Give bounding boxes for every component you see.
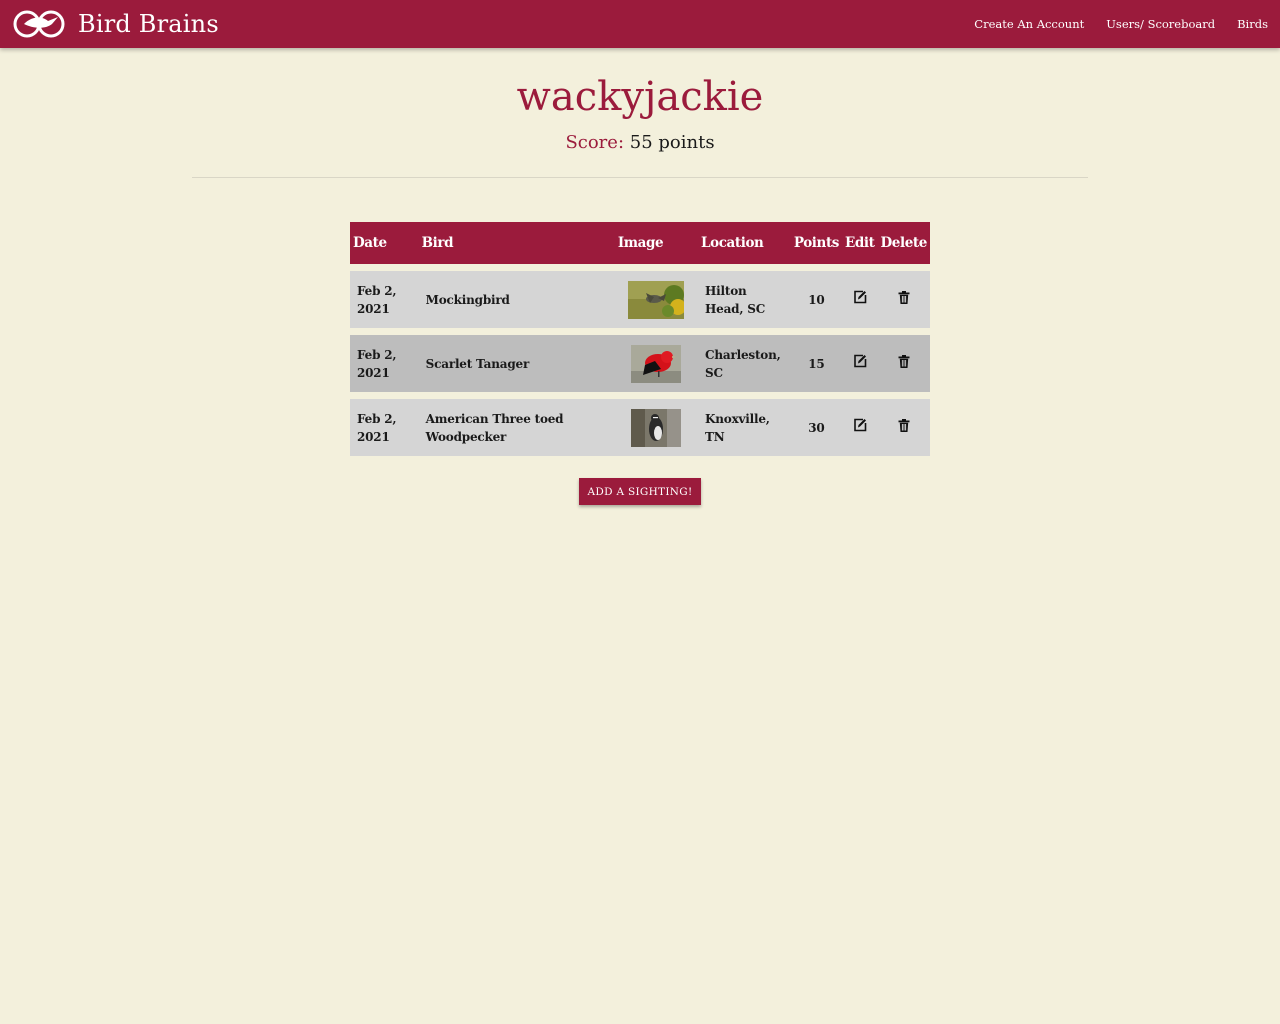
- add-sighting-button[interactable]: ADD A SIGHTING!: [579, 478, 701, 505]
- edit-icon[interactable]: [853, 354, 867, 373]
- brand-name: Bird Brains: [78, 10, 219, 38]
- table-row: Feb 2, 2021 Mockingbird Hilton Head, SC …: [350, 271, 930, 328]
- table-row: Feb 2, 2021 American Three toed Woodpeck…: [350, 399, 930, 456]
- bird-image-woodpecker[interactable]: [631, 408, 682, 447]
- column-header-bird: Bird: [418, 222, 615, 264]
- score-label: Score:: [565, 132, 625, 153]
- nav-links: Create An Account Users/ Scoreboard Bird…: [952, 0, 1268, 48]
- sighting-location: Charleston, SC: [698, 335, 791, 392]
- sighting-location: Knoxville, TN: [698, 399, 791, 456]
- sightings-table: Date Bird Image Location Points Edit Del…: [350, 215, 930, 463]
- column-header-image: Image: [614, 222, 699, 264]
- trash-icon[interactable]: [898, 354, 910, 373]
- column-header-location: Location: [698, 222, 791, 264]
- trash-icon[interactable]: [898, 418, 910, 437]
- sighting-bird: Mockingbird: [418, 271, 615, 328]
- sighting-date: Feb 2, 2021: [350, 271, 419, 328]
- edit-icon[interactable]: [853, 418, 867, 437]
- table-header-row: Date Bird Image Location Points Edit Del…: [350, 222, 930, 264]
- trash-icon[interactable]: [898, 290, 910, 309]
- column-header-delete: Delete: [877, 222, 930, 264]
- navbar: Bird Brains Create An Account Users/ Sco…: [0, 0, 1280, 48]
- table-row: Feb 2, 2021 Scarlet Tanager Charleston, …: [350, 335, 930, 392]
- sighting-bird: American Three toed Woodpecker: [418, 399, 615, 456]
- nav-link-birds[interactable]: Birds: [1237, 17, 1268, 31]
- column-header-date: Date: [350, 222, 419, 264]
- sighting-points: 30: [790, 399, 842, 456]
- column-header-edit: Edit: [842, 222, 878, 264]
- divider: [192, 177, 1088, 178]
- sighting-location: Hilton Head, SC: [698, 271, 791, 328]
- sighting-date: Feb 2, 2021: [350, 335, 419, 392]
- score-value: 55 points: [629, 132, 715, 153]
- bird-image-scarlet-tanager[interactable]: [631, 344, 682, 383]
- user-score: Score: 55 points: [0, 132, 1280, 153]
- sighting-date: Feb 2, 2021: [350, 399, 419, 456]
- sighting-bird: Scarlet Tanager: [418, 335, 615, 392]
- nav-link-create-account[interactable]: Create An Account: [974, 17, 1084, 31]
- column-header-points: Points: [790, 222, 842, 264]
- bird-logo-icon: [13, 10, 65, 38]
- nav-link-users-scoreboard[interactable]: Users/ Scoreboard: [1106, 17, 1215, 31]
- sighting-points: 10: [790, 271, 842, 328]
- page-title: wackyjackie: [516, 74, 764, 120]
- edit-icon[interactable]: [853, 290, 867, 309]
- sighting-points: 15: [790, 335, 842, 392]
- brand[interactable]: Bird Brains: [12, 7, 219, 41]
- bird-image-mockingbird[interactable]: [628, 280, 685, 319]
